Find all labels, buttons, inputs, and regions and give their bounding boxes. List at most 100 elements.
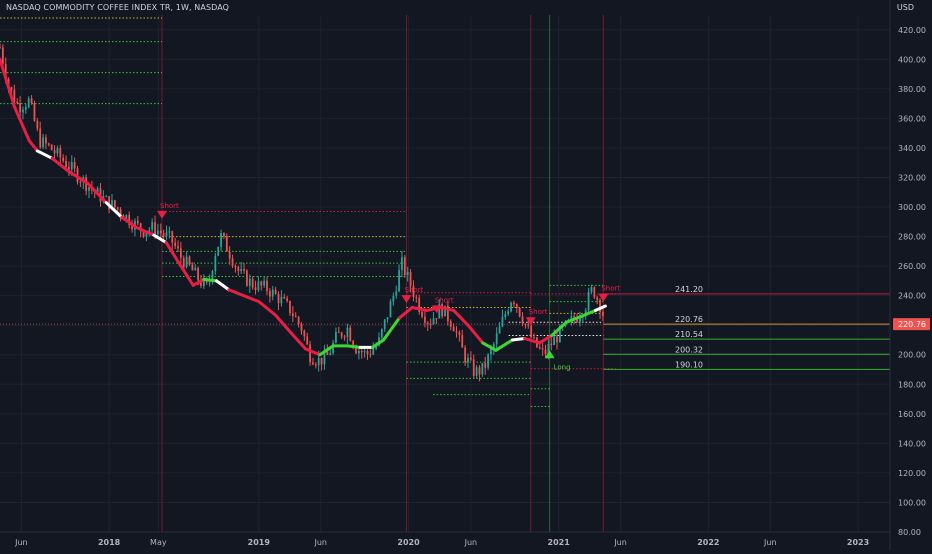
y-tick-label: 120.00 — [898, 469, 926, 478]
candle-body — [39, 128, 42, 148]
candle-body — [179, 248, 182, 259]
y-tick-label: 420.00 — [898, 26, 926, 35]
candle-body — [151, 222, 154, 230]
trend-line-segment — [370, 338, 386, 349]
short-signal-label: Short — [435, 296, 454, 304]
short-signal-label: Short — [529, 308, 548, 316]
candle-body — [415, 296, 418, 299]
candle-body — [260, 281, 263, 286]
candle-body — [254, 287, 257, 290]
candle-body — [197, 267, 199, 281]
candle-body — [162, 233, 165, 236]
candle-body — [406, 271, 409, 276]
short-signal-label: Short — [160, 202, 179, 210]
candle-body — [458, 332, 461, 336]
candle-body — [360, 350, 363, 353]
trend-line-segment — [179, 264, 195, 287]
x-tick-label: 2019 — [248, 538, 271, 547]
candle-body — [504, 314, 507, 317]
trend-line-segment — [494, 338, 514, 352]
candle-body — [349, 327, 352, 341]
candle-body — [544, 349, 547, 354]
candle-body — [159, 230, 162, 234]
candle-body — [432, 318, 435, 325]
trend-line-segment — [242, 294, 261, 304]
candle-body — [335, 332, 337, 343]
candle-body — [266, 280, 268, 292]
candle-body — [553, 336, 556, 346]
candle-body — [533, 337, 535, 339]
candle-body — [182, 258, 185, 268]
candle-body — [257, 281, 260, 290]
short-signal-arrow — [401, 295, 412, 304]
candle-body — [478, 367, 481, 375]
trend-line-segment — [164, 240, 183, 268]
candle-body — [174, 242, 177, 247]
candle-body — [291, 313, 294, 317]
candle-body — [403, 257, 406, 276]
candle-body — [424, 316, 426, 323]
candle-body — [188, 256, 191, 265]
candle-body — [449, 321, 452, 327]
candle-body — [541, 348, 544, 350]
short-signal-label: Short — [404, 286, 423, 294]
candle-body — [105, 196, 108, 198]
candle-body — [366, 351, 369, 355]
x-tick-label: Jun — [313, 538, 327, 547]
candle-body — [136, 220, 139, 224]
candle-body — [214, 255, 217, 272]
candle-body — [306, 336, 309, 345]
candle-body — [47, 143, 50, 145]
candle-body — [521, 316, 524, 324]
candle-body — [472, 359, 475, 376]
y-tick-label: 360.00 — [898, 114, 926, 123]
candle-body — [392, 295, 395, 302]
chart-container[interactable]: 241.20 220.76 210.54 200.32 190.10 Short Short… — [0, 0, 932, 550]
candle-body — [475, 367, 478, 376]
candle-body — [16, 101, 19, 104]
trend-line-segment — [35, 149, 54, 160]
candle-body — [487, 354, 489, 368]
price-level-label: 210.54 — [675, 330, 703, 339]
trend-line-segment — [594, 304, 607, 312]
candle-body — [237, 267, 240, 272]
candle-body — [56, 148, 59, 154]
trend-line-segment — [202, 277, 219, 283]
y-tick-label: 240.00 — [898, 292, 926, 301]
candle-body — [42, 137, 44, 148]
candle-body — [538, 347, 541, 349]
candle-body — [507, 311, 510, 315]
candle-body — [312, 362, 314, 365]
price-chart[interactable]: 241.20 220.76 210.54 200.32 190.10 Short Short… — [0, 0, 932, 550]
candle-body — [314, 364, 317, 366]
y-tick-label: 300.00 — [898, 203, 926, 212]
candle-body — [395, 291, 398, 296]
y-tick-label: 380.00 — [898, 85, 926, 94]
trend-line-segment — [510, 336, 527, 342]
candle-body — [165, 232, 168, 236]
candle-body — [251, 278, 254, 288]
candle-body — [380, 329, 383, 338]
x-tick-label: 2022 — [697, 538, 719, 547]
candle-body — [19, 103, 21, 113]
trend-line-segment — [452, 308, 470, 327]
candle-body — [22, 109, 24, 113]
y-tick-label: 400.00 — [898, 55, 926, 64]
x-tick-label: Jun — [613, 538, 627, 547]
candle-body — [409, 271, 412, 287]
candle-body — [33, 103, 36, 121]
candle-body — [68, 167, 70, 170]
candle-body — [283, 296, 286, 299]
candle-body — [421, 311, 423, 317]
y-tick-label: 180.00 — [898, 380, 926, 389]
last-price-label: 220.76 — [898, 320, 926, 329]
y-tick-label: 280.00 — [898, 233, 926, 242]
candle-body — [524, 323, 527, 325]
candle-body — [24, 107, 27, 110]
candle-body — [464, 347, 467, 363]
candle-body — [469, 357, 472, 360]
candle-body — [62, 157, 65, 161]
candle-body — [36, 120, 39, 129]
candle-body — [484, 363, 487, 368]
candle-body — [386, 317, 389, 320]
